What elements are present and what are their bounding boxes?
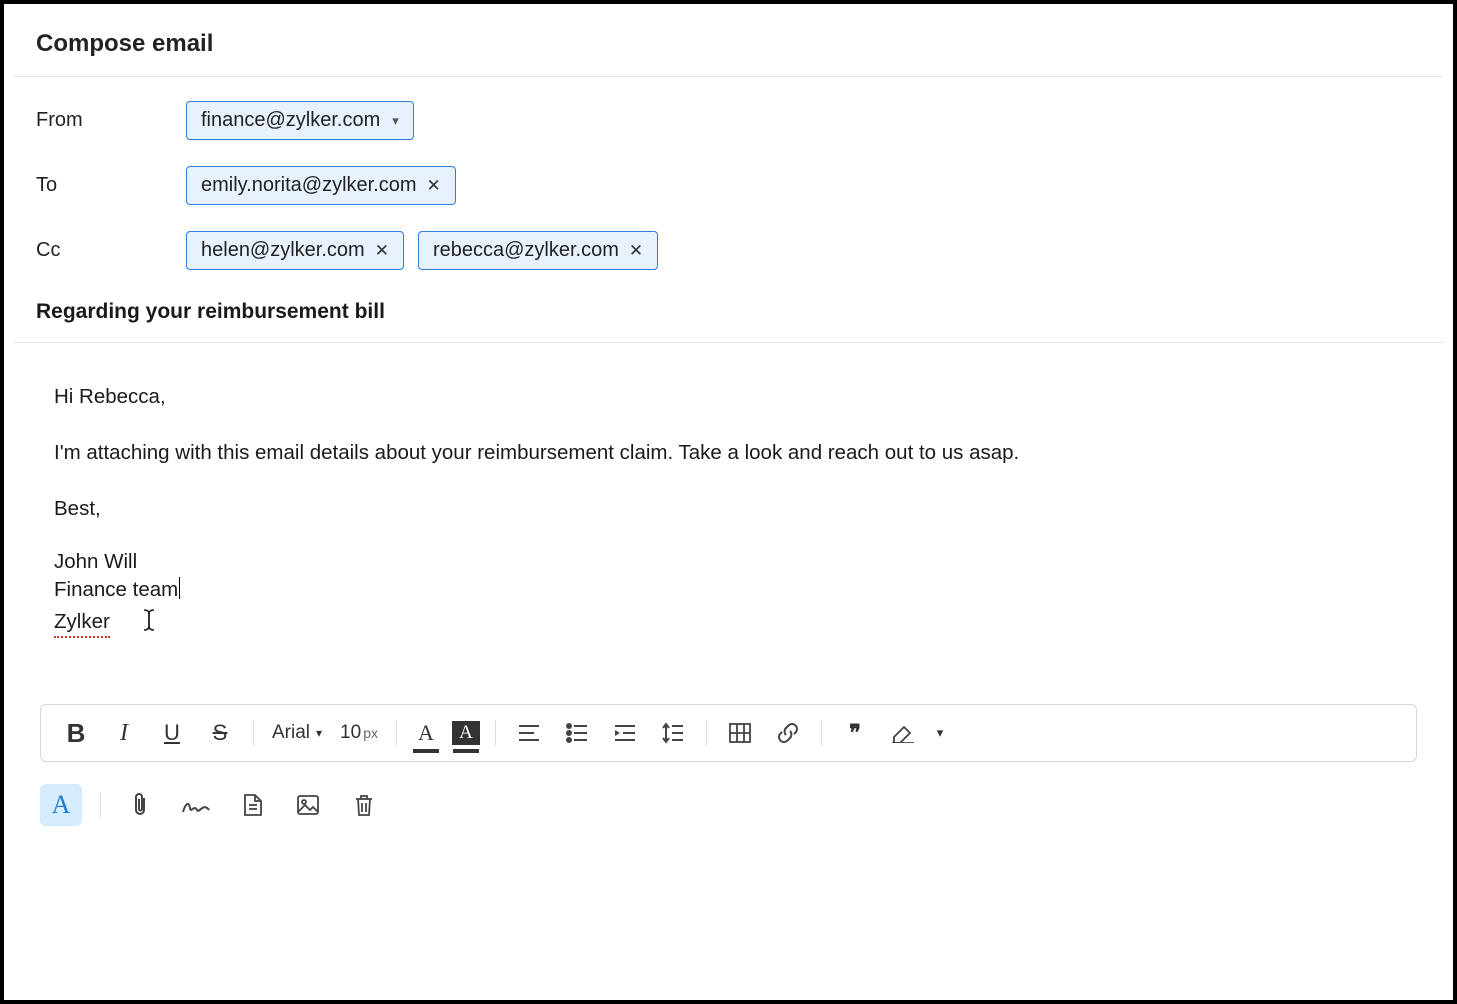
body-closing: Best, (54, 493, 1403, 525)
subject-text[interactable]: Regarding your reimbursement bill (36, 300, 1421, 324)
font-family-select[interactable]: Arial ▾ (266, 722, 328, 744)
chevron-down-icon[interactable]: ▾ (392, 113, 399, 129)
link-button[interactable] (767, 715, 809, 751)
cc-row: Cc helen@zylker.com ✕ rebecca@zylker.com… (36, 231, 1421, 270)
cc-chip-1[interactable]: rebecca@zylker.com ✕ (418, 231, 658, 270)
cc-email-0: helen@zylker.com (201, 239, 365, 262)
text-color-button[interactable]: A (409, 716, 443, 750)
from-chip[interactable]: finance@zylker.com ▾ (186, 101, 414, 140)
table-button[interactable] (719, 715, 761, 751)
underline-button[interactable]: U (151, 715, 193, 751)
from-email: finance@zylker.com (201, 109, 380, 132)
sig-company-text: Zylker (54, 608, 110, 639)
separator-icon (495, 720, 496, 746)
text-format-toggle[interactable]: A (40, 784, 82, 826)
cc-email-1: rebecca@zylker.com (433, 239, 619, 262)
text-caret-icon (179, 577, 180, 599)
to-row: To emily.norita@zylker.com ✕ (36, 166, 1421, 205)
quote-button[interactable]: ❞ (834, 715, 876, 751)
subject-area: Regarding your reimbursement bill (14, 300, 1443, 343)
separator-icon (706, 720, 707, 746)
text-cursor-icon (142, 608, 156, 632)
template-button[interactable] (231, 784, 273, 826)
sig-team: Finance team (54, 576, 1403, 604)
remove-cc-0-icon[interactable]: ✕ (375, 241, 389, 261)
separator-icon (396, 720, 397, 746)
font-size-unit: px (363, 725, 378, 741)
line-height-button[interactable] (652, 715, 694, 751)
cc-label: Cc (36, 239, 186, 262)
delete-button[interactable] (343, 784, 385, 826)
compose-header: Compose email (14, 4, 1443, 77)
attach-button[interactable] (119, 784, 161, 826)
clear-format-button[interactable] (882, 715, 924, 751)
insert-image-button[interactable] (287, 784, 329, 826)
sig-company: Zylker (54, 604, 1403, 639)
chevron-down-icon: ▾ (937, 725, 944, 741)
highlight-color-button[interactable]: A (449, 716, 483, 750)
body-p1: I'm attaching with this email details ab… (54, 437, 1403, 469)
list-button[interactable] (556, 715, 598, 751)
format-toolbar: B I U S Arial ▾ 10px A A (40, 704, 1417, 762)
cc-chip-0[interactable]: helen@zylker.com ✕ (186, 231, 404, 270)
align-button[interactable] (508, 715, 550, 751)
to-email-0: emily.norita@zylker.com (201, 174, 417, 197)
separator-icon (821, 720, 822, 746)
sig-name: John Will (54, 548, 1403, 576)
font-size-value: 10 (340, 722, 361, 743)
body-greeting: Hi Rebecca, (54, 381, 1403, 413)
from-label: From (36, 109, 186, 132)
indent-button[interactable] (604, 715, 646, 751)
font-size-select[interactable]: 10px (334, 722, 384, 744)
compose-title: Compose email (36, 30, 1421, 58)
email-body[interactable]: Hi Rebecca, I'm attaching with this emai… (14, 343, 1443, 638)
more-format-button[interactable]: ▾ (930, 715, 950, 751)
chevron-down-icon: ▾ (316, 726, 322, 740)
remove-to-0-icon[interactable]: ✕ (427, 176, 441, 196)
to-chip-0[interactable]: emily.norita@zylker.com ✕ (186, 166, 456, 205)
compose-window: Compose email From finance@zylker.com ▾ … (0, 0, 1457, 1004)
remove-cc-1-icon[interactable]: ✕ (629, 241, 643, 261)
address-fields: From finance@zylker.com ▾ To emily.norit… (14, 77, 1443, 270)
to-label: To (36, 174, 186, 197)
separator-icon (253, 720, 254, 746)
separator-icon (100, 792, 101, 818)
compose-actions: A (14, 762, 1443, 826)
font-family-label: Arial (272, 722, 310, 744)
italic-button[interactable]: I (103, 715, 145, 751)
bold-button[interactable]: B (55, 715, 97, 751)
from-row: From finance@zylker.com ▾ (36, 101, 1421, 140)
signature-button[interactable] (175, 784, 217, 826)
strike-button[interactable]: S (199, 715, 241, 751)
